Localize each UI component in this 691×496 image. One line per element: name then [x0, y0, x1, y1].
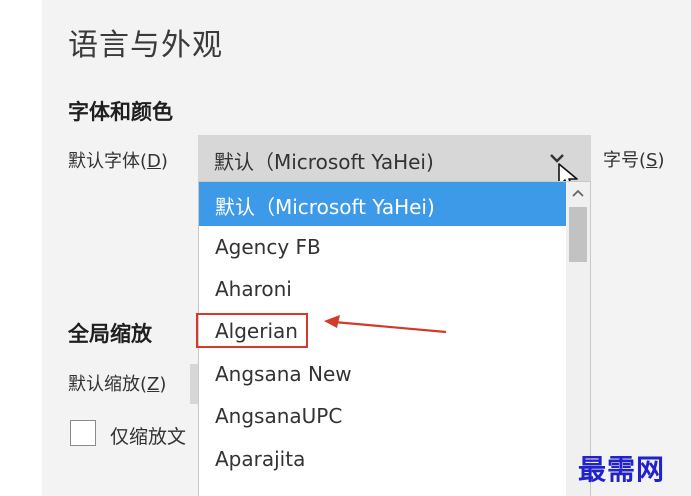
font-size-label: 字号(S) [603, 150, 665, 171]
font-option[interactable]: Aharoni [199, 268, 567, 312]
default-zoom-label: 默认缩放(Z) [68, 374, 167, 395]
default-font-label: 默认字体(D) [68, 151, 168, 172]
default-font-select[interactable]: 默认（Microsoft YaHei) [198, 135, 591, 181]
section-title-font: 字体和颜色 [68, 100, 173, 124]
font-option[interactable]: AngsanaUPC [199, 395, 567, 439]
scroll-up-icon[interactable] [571, 188, 585, 198]
annotation-highlight-box [196, 313, 308, 348]
section-title-zoom: 全局缩放 [68, 322, 152, 346]
font-option[interactable]: Agency FB [199, 226, 567, 270]
font-option[interactable]: Angsana New [199, 353, 567, 397]
zoom-text-only-label: 仅缩放文 [110, 426, 187, 448]
watermark: 最需网 [578, 453, 666, 486]
page-title: 语言与外观 [68, 28, 223, 63]
zoom-text-only-checkbox[interactable] [70, 420, 96, 446]
font-option[interactable]: Aparajita [199, 438, 567, 482]
scrollbar-thumb[interactable] [569, 207, 587, 262]
font-option[interactable]: 默认（Microsoft YaHei) [199, 182, 567, 226]
default-font-select-value: 默认（Microsoft YaHei) [214, 150, 434, 174]
annotation-arrow [324, 315, 447, 334]
